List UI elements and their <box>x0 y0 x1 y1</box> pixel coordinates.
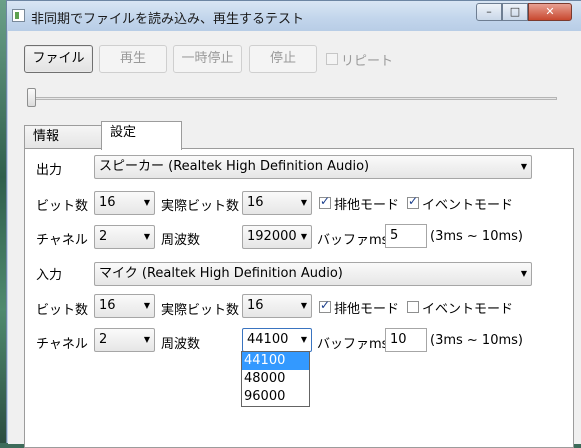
input-exclusive-checkbox[interactable] <box>319 298 331 313</box>
output-buffer-label: バッファms <box>317 233 389 248</box>
freq-dropdown-list: 44100 48000 96000 <box>241 351 310 407</box>
output-bits-value: 16 <box>99 195 116 210</box>
tab-info[interactable]: 情報 <box>24 125 102 149</box>
output-channels-value: 2 <box>99 229 108 244</box>
output-exclusive-label: 排他モード <box>334 198 400 213</box>
app-icon <box>12 9 25 22</box>
input-actual-bits-label: 実際ビット数 <box>161 303 240 318</box>
input-event-label: イベントモード <box>422 302 514 317</box>
freq-option[interactable]: 48000 <box>242 370 309 388</box>
chevron-down-icon: ▼ <box>143 301 150 310</box>
minimize-button[interactable]: – <box>476 3 502 21</box>
output-bits-select[interactable]: 16 ▼ <box>94 191 155 215</box>
input-freq-value: 44100 <box>247 332 289 347</box>
output-actual-bits-value: 16 <box>247 195 264 210</box>
input-channels-select[interactable]: 2 ▼ <box>94 328 155 352</box>
output-actual-bits-select[interactable]: 16 ▼ <box>242 191 312 215</box>
freq-option[interactable]: 96000 <box>242 388 309 406</box>
input-buffer-label: バッファms <box>317 337 389 352</box>
input-channels-value: 2 <box>99 332 108 347</box>
output-label: 出力 <box>36 163 63 178</box>
seek-thumb[interactable] <box>27 88 36 107</box>
output-exclusive-checkbox[interactable] <box>319 194 331 209</box>
output-device-select[interactable]: スピーカー (Realtek High Definition Audio) ▼ <box>94 155 532 179</box>
input-bits-select[interactable]: 16 ▼ <box>94 294 155 318</box>
output-buffer-range: (3ms ~ 10ms) <box>430 229 523 244</box>
chevron-down-icon: ▼ <box>300 335 307 344</box>
title-bar[interactable]: 非同期でファイルを読み込み、再生するテスト – □ ✕ <box>7 1 581 31</box>
input-device-select[interactable]: マイク (Realtek High Definition Audio) ▼ <box>94 262 532 286</box>
output-freq-value: 192000 <box>247 229 297 244</box>
freq-option[interactable]: 44100 <box>242 352 309 370</box>
output-freq-label: 周波数 <box>161 233 201 248</box>
tab-settings[interactable]: 設定 <box>101 121 182 150</box>
repeat-checkbox[interactable] <box>326 53 338 65</box>
input-bits-label: ビット数 <box>36 303 89 318</box>
chevron-down-icon: ▼ <box>300 301 307 310</box>
chevron-down-icon: ▼ <box>143 232 150 241</box>
pause-button[interactable]: 一時停止 <box>173 45 242 73</box>
input-buffer-range: (3ms ~ 10ms) <box>430 333 523 348</box>
input-bits-value: 16 <box>99 298 116 313</box>
output-freq-select[interactable]: 192000 ▼ <box>242 225 312 249</box>
input-channels-label: チャネル <box>36 337 88 352</box>
output-event-checkbox[interactable] <box>407 194 419 209</box>
seek-track[interactable] <box>31 97 557 100</box>
maximize-button[interactable]: □ <box>502 3 528 21</box>
input-event-checkbox[interactable] <box>407 301 419 313</box>
input-device-value: マイク (Realtek High Definition Audio) <box>99 266 343 281</box>
stop-button[interactable]: 停止 <box>249 45 317 73</box>
output-bits-label: ビット数 <box>36 199 89 214</box>
chevron-down-icon: ▼ <box>520 269 527 278</box>
output-event-label: イベントモード <box>422 198 514 213</box>
chevron-down-icon: ▼ <box>300 232 307 241</box>
input-freq-select[interactable]: 44100 ▼ <box>242 328 312 352</box>
input-freq-label: 周波数 <box>161 337 201 352</box>
repeat-label: リピート <box>341 54 394 69</box>
output-device-value: スピーカー (Realtek High Definition Audio) <box>99 159 370 174</box>
chevron-down-icon: ▼ <box>143 198 150 207</box>
input-label: 入力 <box>36 268 63 283</box>
output-actual-bits-label: 実際ビット数 <box>161 199 240 214</box>
chevron-down-icon: ▼ <box>300 198 307 207</box>
input-actual-bits-value: 16 <box>247 298 264 313</box>
input-buffer-input[interactable]: 10 <box>385 328 427 352</box>
close-button[interactable]: ✕ <box>528 3 572 21</box>
window-title: 非同期でファイルを読み込み、再生するテスト <box>31 12 305 27</box>
chevron-down-icon: ▼ <box>143 335 150 344</box>
output-channels-label: チャネル <box>36 233 88 248</box>
input-exclusive-label: 排他モード <box>334 302 400 317</box>
input-actual-bits-select[interactable]: 16 ▼ <box>242 294 312 318</box>
play-button[interactable]: 再生 <box>99 45 167 73</box>
chevron-down-icon: ▼ <box>520 162 527 171</box>
output-channels-select[interactable]: 2 ▼ <box>94 225 155 249</box>
file-button[interactable]: ファイル <box>24 45 93 73</box>
output-buffer-input[interactable]: 5 <box>385 224 427 248</box>
